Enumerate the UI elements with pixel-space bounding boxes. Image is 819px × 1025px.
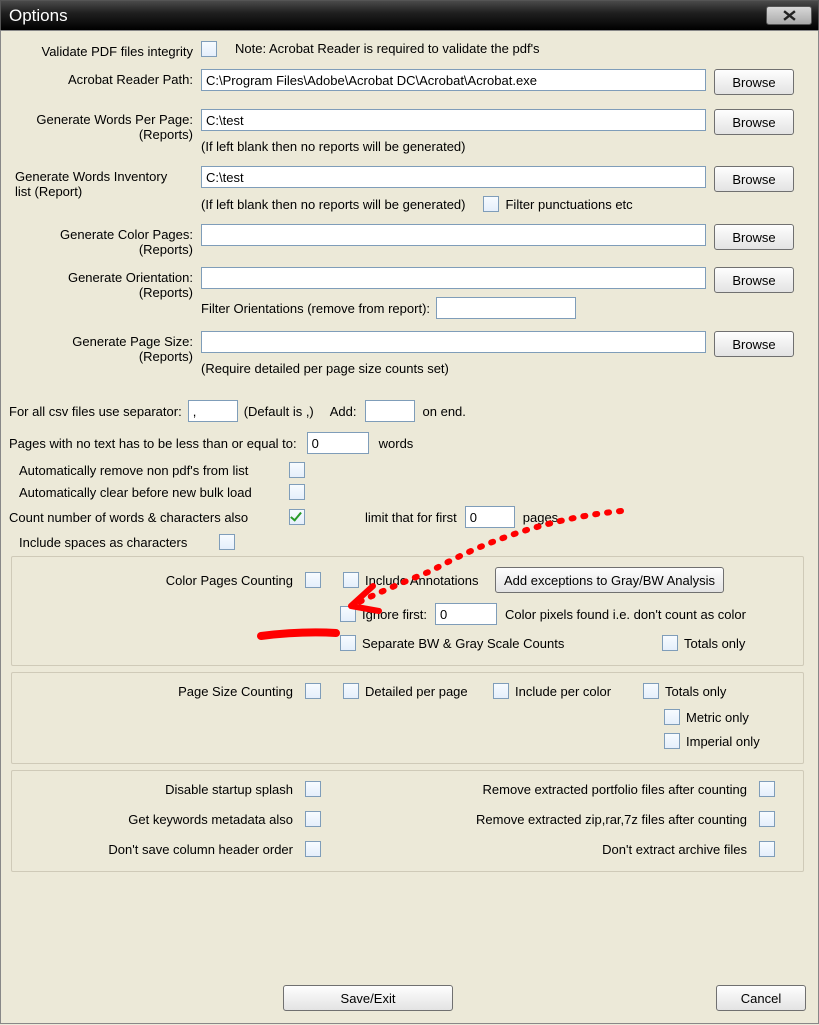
count-words-checkbox[interactable] [289, 509, 305, 525]
get-keywords-label: Get keywords metadata also [20, 812, 305, 827]
color-pages-label: Generate Color Pages:(Reports) [9, 224, 201, 257]
disable-splash-checkbox[interactable] [305, 781, 321, 797]
size-count-checkbox[interactable] [305, 683, 321, 699]
acrobat-browse-button[interactable]: Browse [714, 69, 794, 95]
sep-bw-label: Separate BW & Gray Scale Counts [362, 636, 622, 651]
words-inventory-input[interactable] [201, 166, 706, 188]
filter-punct-label: Filter punctuations etc [505, 197, 632, 212]
words-per-page-input[interactable] [201, 109, 706, 131]
no-text-input[interactable] [307, 432, 369, 454]
auto-clear-checkbox[interactable] [289, 484, 305, 500]
remove-portfolio-checkbox[interactable] [759, 781, 775, 797]
ignore-first-input[interactable] [435, 603, 497, 625]
page-size-browse-button[interactable]: Browse [714, 331, 794, 357]
include-annot-checkbox[interactable] [343, 572, 359, 588]
size-count-label: Page Size Counting [20, 684, 305, 699]
page-size-input[interactable] [201, 331, 706, 353]
remove-zip-checkbox[interactable] [759, 811, 775, 827]
color-totals-checkbox[interactable] [662, 635, 678, 651]
metric-label: Metric only [686, 710, 749, 725]
words-per-page-browse-button[interactable]: Browse [714, 109, 794, 135]
csv-default-label: (Default is ,) [244, 404, 314, 419]
close-icon [783, 10, 796, 21]
dont-extract-checkbox[interactable] [759, 841, 775, 857]
orientation-browse-button[interactable]: Browse [714, 267, 794, 293]
validate-checkbox[interactable] [201, 41, 217, 57]
limit-suffix: pages [523, 510, 558, 525]
words-inventory-label: Generate Words Inventorylist (Report) [9, 166, 201, 199]
imperial-label: Imperial only [686, 734, 760, 749]
words-per-page-hint: (If left blank then no reports will be g… [201, 139, 794, 154]
orientation-input[interactable] [201, 267, 706, 289]
no-text-suffix: words [379, 436, 414, 451]
per-color-label: Include per color [515, 684, 611, 699]
color-totals-label: Totals only [684, 636, 745, 651]
remove-portfolio-label: Remove extracted portfolio files after c… [321, 782, 759, 797]
validate-note: Note: Acrobat Reader is required to vali… [235, 41, 540, 56]
color-count-group: Color Pages Counting Include Annotations… [11, 556, 804, 666]
orientation-label: Generate Orientation:(Reports) [9, 267, 201, 300]
csv-sep-input[interactable] [188, 400, 238, 422]
filter-punct-checkbox[interactable] [483, 196, 499, 212]
size-totals-checkbox[interactable] [643, 683, 659, 699]
imperial-checkbox[interactable] [664, 733, 680, 749]
limit-input[interactable] [465, 506, 515, 528]
ignore-first-checkbox[interactable] [340, 606, 356, 622]
orientation-filter-input[interactable] [436, 297, 576, 319]
auto-clear-label: Automatically clear before new bulk load [19, 485, 289, 500]
ignore-first-label: Ignore first: [362, 607, 427, 622]
auto-remove-checkbox[interactable] [289, 462, 305, 478]
window-title: Options [9, 6, 766, 26]
color-count-label: Color Pages Counting [20, 573, 305, 588]
options-form: Validate PDF files integrity Note: Acrob… [0, 30, 819, 1024]
ignore-first-suffix: Color pixels found i.e. don't count as c… [505, 607, 746, 622]
page-size-hint: (Require detailed per page size counts s… [201, 361, 794, 376]
size-totals-label: Totals only [665, 684, 726, 699]
detailed-label: Detailed per page [365, 684, 468, 699]
dont-save-header-label: Don't save column header order [20, 842, 305, 857]
words-inventory-browse-button[interactable]: Browse [714, 166, 794, 192]
close-button[interactable] [766, 6, 812, 25]
cancel-button[interactable]: Cancel [716, 985, 806, 1011]
acrobat-label: Acrobat Reader Path: [9, 69, 201, 87]
acrobat-path-input[interactable] [201, 69, 706, 91]
include-annot-label: Include Annotations [365, 573, 495, 588]
limit-prefix: limit that for first [365, 510, 457, 525]
csv-add-label: Add: [330, 404, 357, 419]
dont-extract-label: Don't extract archive files [321, 842, 759, 857]
include-spaces-label: Include spaces as characters [19, 535, 219, 550]
words-per-page-label: Generate Words Per Page:(Reports) [9, 109, 201, 142]
disable-splash-label: Disable startup splash [20, 782, 305, 797]
validate-label: Validate PDF files integrity [9, 41, 201, 59]
dont-save-header-checkbox[interactable] [305, 841, 321, 857]
misc-group: Disable startup splash Remove extracted … [11, 770, 804, 872]
per-color-checkbox[interactable] [493, 683, 509, 699]
get-keywords-checkbox[interactable] [305, 811, 321, 827]
color-count-checkbox[interactable] [305, 572, 321, 588]
auto-remove-label: Automatically remove non pdf's from list [19, 463, 289, 478]
metric-checkbox[interactable] [664, 709, 680, 725]
csv-suffix: on end. [423, 404, 466, 419]
include-spaces-checkbox[interactable] [219, 534, 235, 550]
csv-sep-prefix: For all csv files use separator: [9, 404, 182, 419]
detailed-checkbox[interactable] [343, 683, 359, 699]
no-text-prefix: Pages with no text has to be less than o… [9, 436, 297, 451]
csv-add-input[interactable] [365, 400, 415, 422]
color-pages-browse-button[interactable]: Browse [714, 224, 794, 250]
save-exit-button[interactable]: Save/Exit [283, 985, 453, 1011]
orientation-filter-label: Filter Orientations (remove from report)… [201, 301, 430, 316]
remove-zip-label: Remove extracted zip,rar,7z files after … [321, 812, 759, 827]
size-count-group: Page Size Counting Detailed per page Inc… [11, 672, 804, 764]
words-inventory-hint: (If left blank then no reports will be g… [201, 197, 465, 212]
count-words-label: Count number of words & characters also [9, 510, 289, 525]
sep-bw-checkbox[interactable] [340, 635, 356, 651]
color-pages-input[interactable] [201, 224, 706, 246]
page-size-label: Generate Page Size:(Reports) [9, 331, 201, 364]
add-exceptions-button[interactable]: Add exceptions to Gray/BW Analysis [495, 567, 724, 593]
title-bar: Options [0, 0, 819, 30]
